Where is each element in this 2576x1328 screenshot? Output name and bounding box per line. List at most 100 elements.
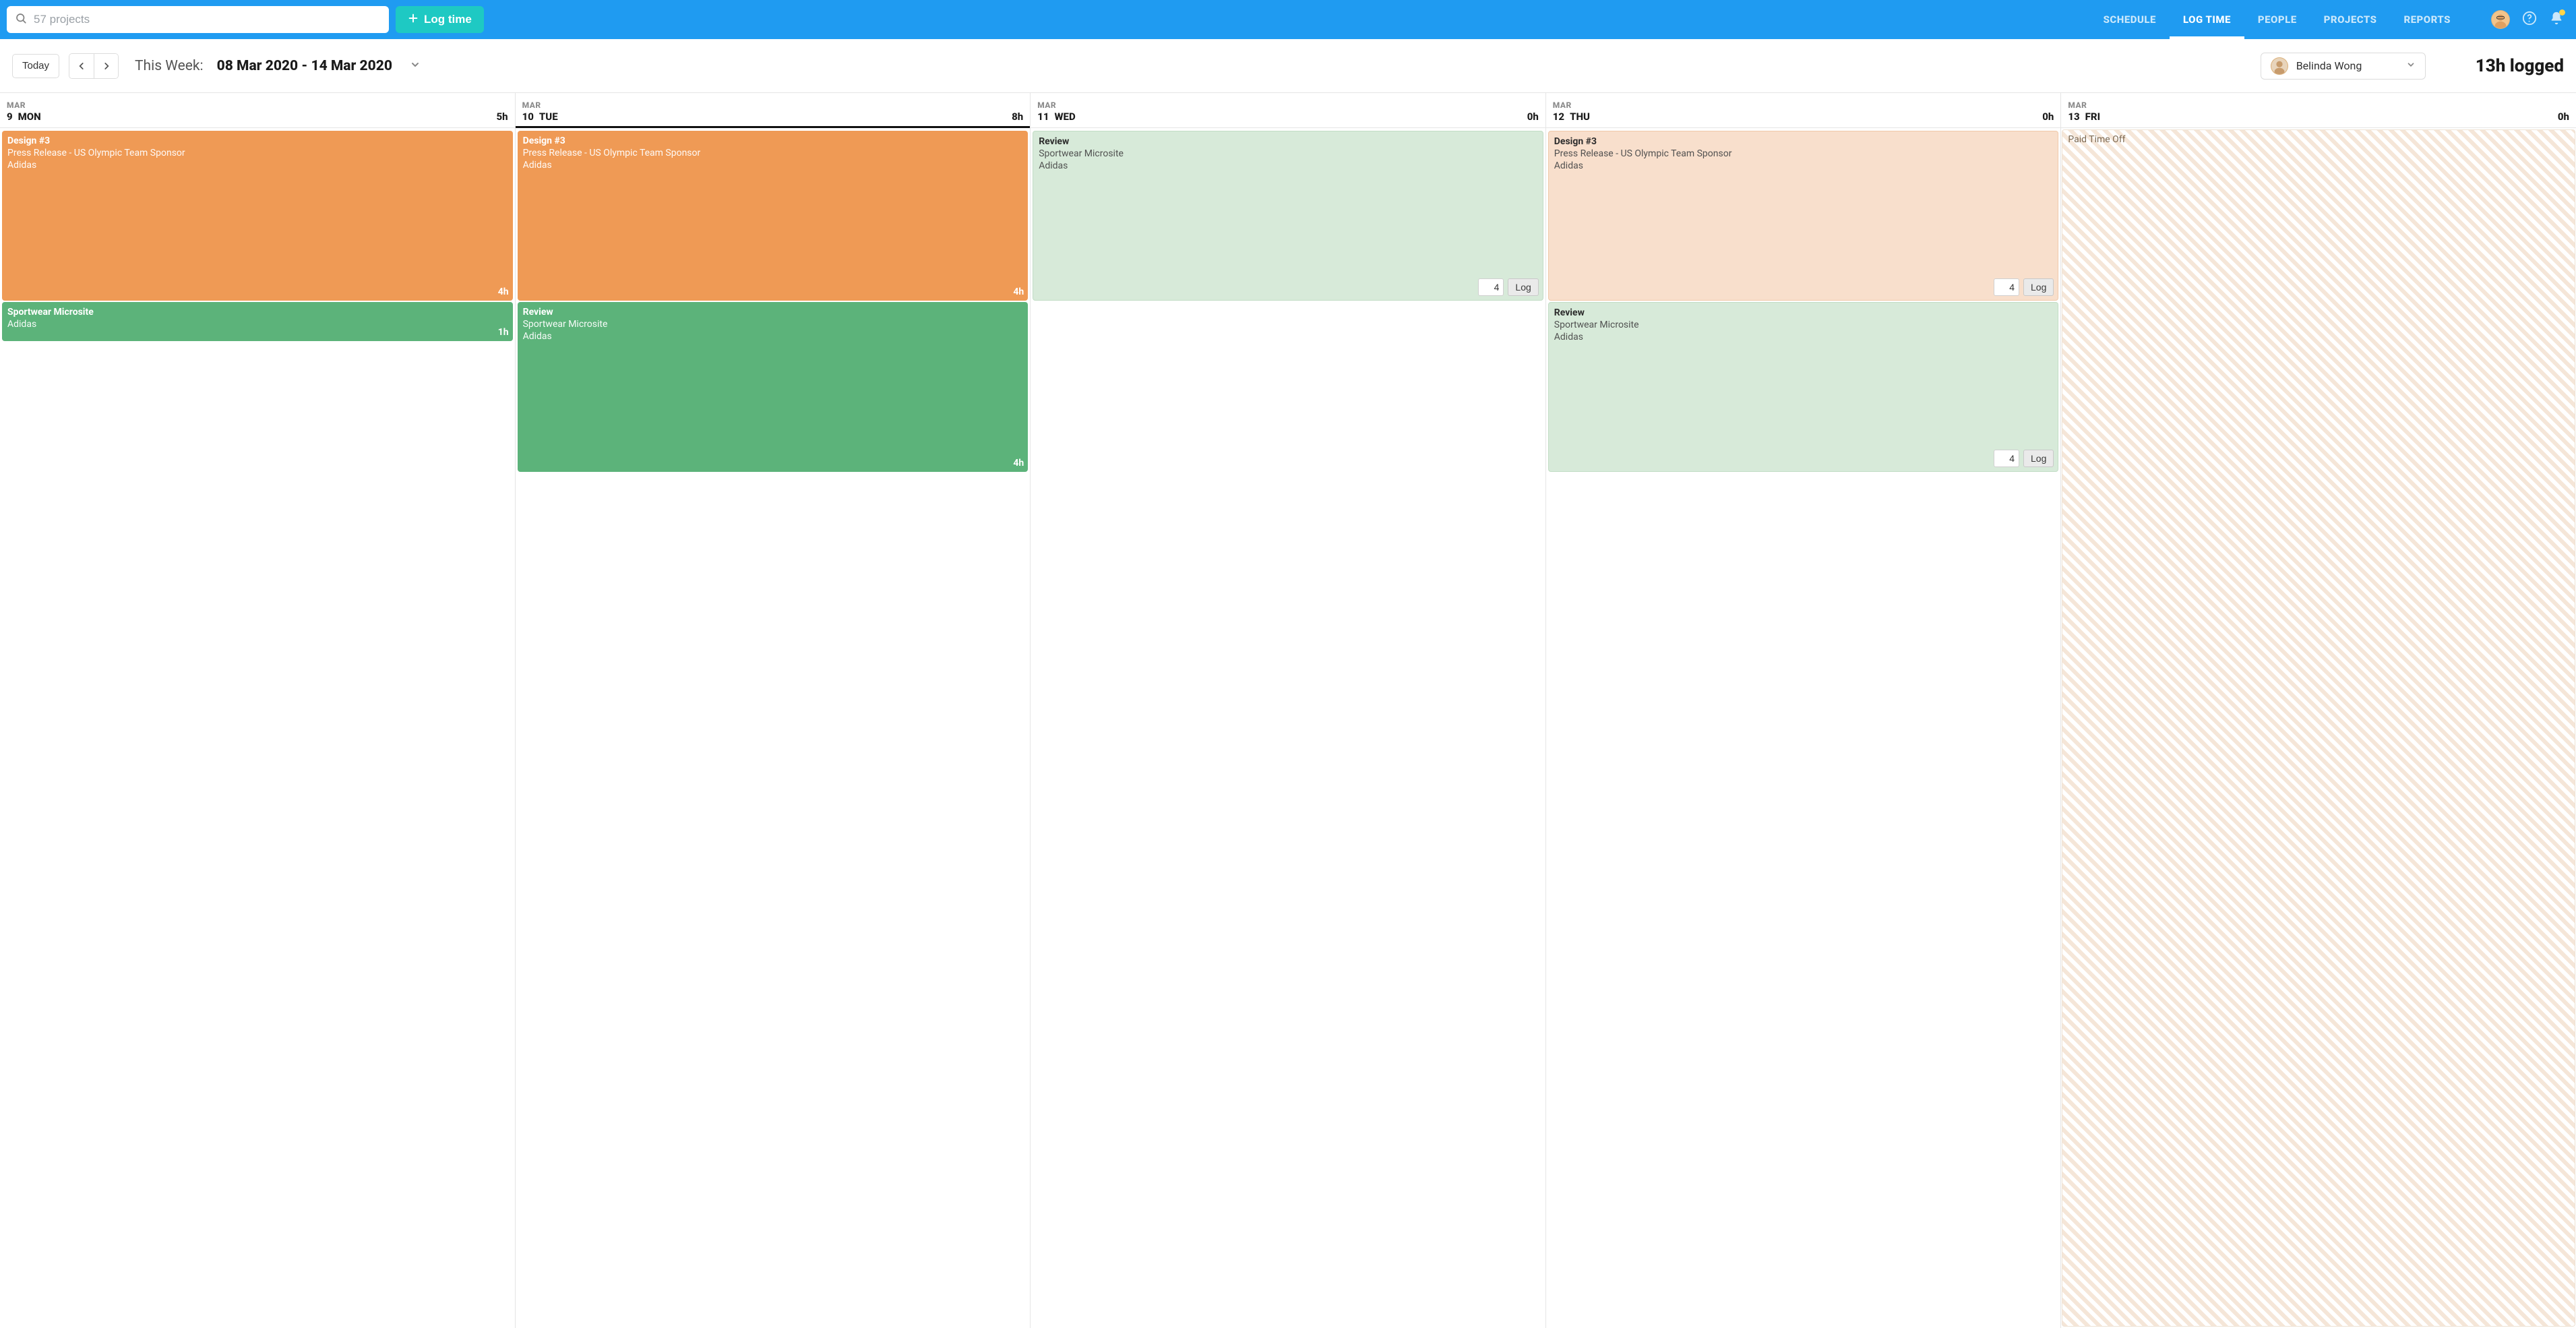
next-week-button[interactable] xyxy=(94,54,118,78)
day-number: 13 xyxy=(2068,111,2079,123)
time-card[interactable]: Sportwear MicrositeAdidas1h xyxy=(2,302,513,341)
logged-total: 13h logged xyxy=(2476,56,2564,76)
day-column: MAR 11 WED 0h ReviewSportwear MicrositeA… xyxy=(1031,93,1546,1328)
day-body[interactable]: Paid Time Off xyxy=(2061,128,2576,1328)
help-icon[interactable] xyxy=(2522,11,2537,28)
day-header[interactable]: MAR 11 WED 0h xyxy=(1031,93,1545,128)
log-time-button-label: Log time xyxy=(424,13,472,26)
notification-dot xyxy=(2559,9,2565,16)
log-hours-input[interactable] xyxy=(1994,450,2019,467)
card-hours: 4h xyxy=(498,286,509,298)
day-hours: 0h xyxy=(2042,111,2054,123)
day-number: 11 xyxy=(1037,111,1049,123)
log-hours-input[interactable] xyxy=(1478,278,1504,296)
day-column: MAR 9 MON 5h Design #3Press Release - US… xyxy=(0,93,516,1328)
day-hours: 0h xyxy=(2558,111,2569,123)
week-nav xyxy=(69,53,119,79)
card-client: Adidas xyxy=(7,318,508,330)
day-column: MAR 12 THU 0h Design #3Press Release - U… xyxy=(1546,93,2062,1328)
week-label: This Week: xyxy=(135,58,204,74)
card-subtitle: Press Release - US Olympic Team Sponsor xyxy=(7,147,508,159)
log-hours-input[interactable] xyxy=(1994,278,2019,296)
day-hours: 8h xyxy=(1012,111,1023,123)
nav-schedule[interactable]: SCHEDULE xyxy=(2090,0,2170,39)
search-icon xyxy=(15,12,27,27)
card-title: Sportwear Microsite xyxy=(7,306,508,318)
card-client: Adidas xyxy=(1039,160,1537,172)
day-name: THU xyxy=(1570,111,1590,123)
time-card[interactable]: ReviewSportwear MicrositeAdidas Log xyxy=(1548,302,2059,472)
notifications-button[interactable] xyxy=(2549,11,2564,28)
day-name: FRI xyxy=(2085,111,2100,123)
day-body[interactable]: ReviewSportwear MicrositeAdidas Log xyxy=(1031,128,1545,1328)
day-number: 10 xyxy=(522,111,534,123)
log-button[interactable]: Log xyxy=(2023,278,2054,296)
pto-block[interactable]: Paid Time Off xyxy=(2062,129,2575,1327)
top-icons xyxy=(2491,10,2564,29)
day-header[interactable]: MAR 13 FRI 0h xyxy=(2061,93,2576,128)
log-time-button[interactable]: Log time xyxy=(396,6,484,33)
card-client: Adidas xyxy=(523,159,1023,171)
card-title: Design #3 xyxy=(7,135,508,147)
card-title: Review xyxy=(523,306,1023,318)
card-title: Design #3 xyxy=(1554,135,2053,148)
card-title: Review xyxy=(1039,135,1537,148)
day-body[interactable]: Design #3Press Release - US Olympic Team… xyxy=(0,128,515,1328)
day-name: TUE xyxy=(539,111,558,123)
card-client: Adidas xyxy=(523,330,1023,342)
day-body[interactable]: Design #3Press Release - US Olympic Team… xyxy=(1546,128,2061,1328)
time-card[interactable]: ReviewSportwear MicrositeAdidas Log xyxy=(1033,131,1543,301)
day-column: MAR 10 TUE 8h Design #3Press Release - U… xyxy=(516,93,1031,1328)
day-month: MAR xyxy=(1037,100,1539,110)
day-number: 9 xyxy=(7,111,13,123)
day-month: MAR xyxy=(7,100,508,110)
card-client: Adidas xyxy=(1554,331,2053,343)
card-subtitle: Sportwear Microsite xyxy=(1039,148,1537,160)
day-header[interactable]: MAR 10 TUE 8h xyxy=(516,93,1031,128)
week-range: 08 Mar 2020 - 14 Mar 2020 xyxy=(217,58,392,74)
card-title: Review xyxy=(1554,307,2053,319)
day-name: MON xyxy=(18,111,41,123)
day-name: WED xyxy=(1054,111,1075,123)
day-number: 12 xyxy=(1553,111,1564,123)
day-hours: 0h xyxy=(1527,111,1539,123)
today-button[interactable]: Today xyxy=(12,54,59,78)
prev-week-button[interactable] xyxy=(69,54,94,78)
time-card[interactable]: Design #3Press Release - US Olympic Team… xyxy=(2,131,513,301)
current-user-avatar[interactable] xyxy=(2491,10,2510,29)
day-header[interactable]: MAR 12 THU 0h xyxy=(1546,93,2061,128)
subheader: Today This Week: 08 Mar 2020 - 14 Mar 20… xyxy=(0,39,2576,93)
day-header[interactable]: MAR 9 MON 5h xyxy=(0,93,515,128)
card-hours: 1h xyxy=(498,326,509,338)
week-grid: MAR 9 MON 5h Design #3Press Release - US… xyxy=(0,93,2576,1328)
log-button[interactable]: Log xyxy=(1508,278,1538,296)
search-input[interactable] xyxy=(34,13,381,26)
plus-icon xyxy=(408,13,419,27)
nav-people[interactable]: PEOPLE xyxy=(2244,0,2310,39)
person-picker-name: Belinda Wong xyxy=(2296,59,2362,72)
nav-reports[interactable]: REPORTS xyxy=(2390,0,2464,39)
nav-log-time[interactable]: LOG TIME xyxy=(2170,0,2244,39)
card-client: Adidas xyxy=(1554,160,2053,172)
card-hours: 4h xyxy=(1013,286,1024,298)
day-month: MAR xyxy=(522,100,1024,110)
card-subtitle: Sportwear Microsite xyxy=(1554,319,2053,331)
pto-label: Paid Time Off xyxy=(2068,134,2125,145)
time-card[interactable]: ReviewSportwear MicrositeAdidas4h xyxy=(518,302,1029,472)
week-picker-caret[interactable] xyxy=(410,59,421,73)
search-wrap xyxy=(7,6,389,33)
log-button[interactable]: Log xyxy=(2023,450,2054,467)
day-column: MAR 13 FRI 0h Paid Time Off xyxy=(2061,93,2576,1328)
nav-projects[interactable]: PROJECTS xyxy=(2310,0,2391,39)
card-subtitle: Press Release - US Olympic Team Sponsor xyxy=(1554,148,2053,160)
card-client: Adidas xyxy=(7,159,508,171)
time-card[interactable]: Design #3Press Release - US Olympic Team… xyxy=(518,131,1029,301)
day-body[interactable]: Design #3Press Release - US Olympic Team… xyxy=(516,128,1031,1328)
day-hours: 5h xyxy=(497,111,508,123)
time-card[interactable]: Design #3Press Release - US Olympic Team… xyxy=(1548,131,2059,301)
day-month: MAR xyxy=(1553,100,2054,110)
person-picker[interactable]: Belinda Wong xyxy=(2261,53,2426,80)
chevron-down-icon xyxy=(2406,59,2416,72)
primary-nav: SCHEDULE LOG TIME PEOPLE PROJECTS REPORT… xyxy=(2090,0,2464,39)
card-subtitle: Sportwear Microsite xyxy=(523,318,1023,330)
